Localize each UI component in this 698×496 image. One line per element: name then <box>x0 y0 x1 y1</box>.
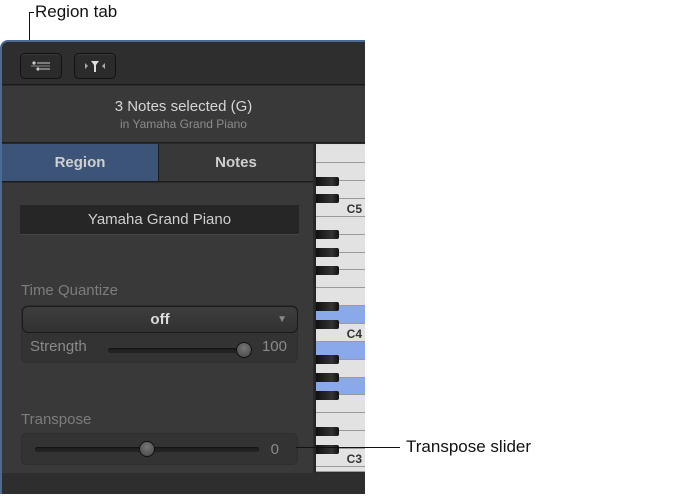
time-quantize-label: Time Quantize <box>21 282 118 299</box>
selection-title: 3 Notes selected (G) <box>114 98 253 115</box>
inspector-icon <box>31 61 50 71</box>
black-key-Dsharp5[interactable] <box>316 176 339 186</box>
strength-slider-knob[interactable] <box>236 342 252 358</box>
white-key-B2[interactable] <box>316 466 365 472</box>
black-key-Fsharp3[interactable] <box>316 390 339 400</box>
key-label-C3: C3 <box>346 452 362 467</box>
black-key-Dsharp4[interactable] <box>316 301 339 311</box>
region-tab-leader-tick <box>29 12 34 13</box>
chevron-down-icon: ▼ <box>277 314 287 325</box>
transpose-slider-leader <box>296 447 400 448</box>
black-key-Asharp3[interactable] <box>316 355 339 365</box>
transpose-label: Transpose <box>21 411 92 428</box>
toolbar <box>2 42 365 85</box>
tab-notes[interactable]: Notes <box>159 144 313 182</box>
transpose-slider-callout: Transpose slider <box>406 437 532 456</box>
key-label-C5: C5 <box>346 201 362 216</box>
inspector-button[interactable] <box>20 53 62 79</box>
black-key-Gsharp3[interactable] <box>316 373 339 383</box>
time-quantize-value: off <box>150 311 170 328</box>
piano-keyboard[interactable]: C5 C4 C3 <box>315 144 365 472</box>
region-tab-callout: Region tab <box>35 2 118 21</box>
black-key-Gsharp4[interactable] <box>316 248 339 258</box>
black-key-Dsharp3[interactable] <box>316 426 339 436</box>
black-key-Asharp4[interactable] <box>316 230 339 240</box>
piano-roll-inspector: 3 Notes selected (G) in Yamaha Grand Pia… <box>0 40 365 494</box>
black-key-Csharp4[interactable] <box>316 319 339 329</box>
time-quantize-select[interactable]: off ▼ <box>22 306 298 333</box>
catch-button[interactable] <box>74 53 116 79</box>
black-key-Csharp5[interactable] <box>316 194 339 204</box>
selection-subtitle: in Yamaha Grand Piano <box>120 117 247 131</box>
transpose-value: 0 <box>270 441 279 458</box>
transpose-slider-knob[interactable] <box>139 441 155 457</box>
black-key-Csharp3[interactable] <box>316 444 339 454</box>
selection-header: 3 Notes selected (G) in Yamaha Grand Pia… <box>2 86 365 143</box>
white-key-F5[interactable] <box>316 145 365 164</box>
region-name-field[interactable]: Yamaha Grand Piano <box>20 205 299 235</box>
key-label-C4: C4 <box>346 327 362 341</box>
time-quantize-group: off ▼ Strength 100 <box>21 305 298 363</box>
tab-region[interactable]: Region <box>2 144 159 182</box>
inspector-footer <box>2 473 365 494</box>
strength-value: 100 <box>261 338 287 355</box>
strength-slider[interactable] <box>108 348 244 353</box>
filter-icon <box>85 61 105 72</box>
region-inspector: Yamaha Grand Piano Time Quantize off ▼ S… <box>2 183 313 473</box>
transpose-group: 0 <box>21 433 298 465</box>
strength-label: Strength <box>30 338 87 355</box>
black-key-Fsharp4[interactable] <box>316 265 339 275</box>
